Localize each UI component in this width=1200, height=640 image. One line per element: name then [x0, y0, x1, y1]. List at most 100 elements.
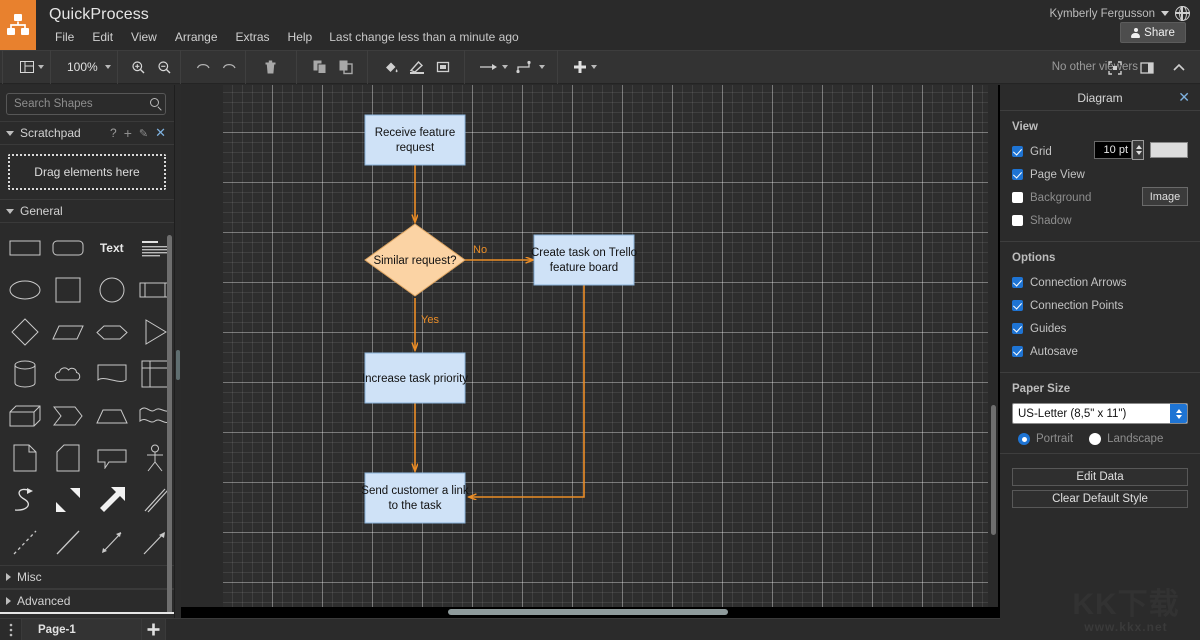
connection-points-checkbox[interactable] — [1012, 300, 1023, 311]
chevron-down-icon[interactable] — [1161, 11, 1169, 16]
bring-to-front-button[interactable] — [307, 52, 333, 82]
callout-shape[interactable] — [93, 439, 131, 477]
send-to-back-button[interactable] — [333, 52, 359, 82]
chevron-up-icon[interactable] — [1166, 53, 1192, 83]
grid-color-swatch[interactable] — [1150, 142, 1188, 158]
fill-color-button[interactable] — [378, 52, 404, 82]
fit-page-icon[interactable] — [1102, 53, 1128, 83]
connection-style-button[interactable] — [475, 52, 512, 82]
view-layout-button[interactable] — [15, 52, 48, 82]
vertical-dots-icon[interactable] — [0, 619, 22, 640]
bidirectional-block-arrow-shape[interactable] — [50, 481, 88, 519]
close-x-icon[interactable]: ✕ — [155, 128, 166, 138]
menu-edit[interactable]: Edit — [83, 30, 122, 44]
card-shape[interactable] — [50, 439, 88, 477]
cylinder-shape[interactable] — [6, 355, 44, 393]
menu-extras[interactable]: Extras — [227, 30, 279, 44]
background-checkbox[interactable] — [1012, 192, 1023, 203]
line-shape[interactable] — [50, 523, 88, 561]
redo-button[interactable] — [217, 52, 243, 82]
globe-icon[interactable] — [1175, 6, 1190, 21]
edge-label-no: No — [473, 244, 487, 256]
grid-size-stepper[interactable] — [1132, 140, 1144, 160]
grid-size-input[interactable]: 10 pt — [1094, 141, 1132, 159]
cube-shape[interactable] — [6, 397, 44, 435]
grid-checkbox[interactable] — [1012, 146, 1023, 157]
page-tab-page-1[interactable]: Page-1 — [22, 619, 142, 640]
delete-button[interactable] — [258, 52, 284, 82]
autosave-checkbox[interactable] — [1012, 346, 1023, 357]
ellipse-shape[interactable] — [6, 271, 44, 309]
add-page-button[interactable] — [142, 619, 166, 640]
zoom-in-button[interactable] — [126, 52, 152, 82]
edge-trello-to-sendlink[interactable] — [469, 285, 584, 497]
trapezoid-shape[interactable] — [93, 397, 131, 435]
clear-default-style-button[interactable]: Clear Default Style — [1012, 490, 1188, 508]
menu-arrange[interactable]: Arrange — [166, 30, 227, 44]
share-button[interactable]: Share — [1120, 22, 1186, 43]
sidebar-section-general[interactable]: General — [0, 199, 174, 223]
node-similar-request[interactable]: Similar request? — [365, 224, 465, 296]
insert-button[interactable] — [568, 52, 601, 82]
note-shape[interactable] — [6, 439, 44, 477]
pencil-icon[interactable]: ✎ — [139, 127, 148, 140]
block-arrow-shape[interactable] — [93, 481, 131, 519]
edit-data-button[interactable]: Edit Data — [1012, 468, 1188, 486]
scratchpad-help-button[interactable]: ? — [110, 126, 117, 140]
close-x-icon[interactable]: ✕ — [1178, 90, 1190, 104]
rounded-rectangle-shape[interactable] — [50, 229, 88, 267]
shape-row — [0, 353, 174, 395]
portrait-radio[interactable] — [1018, 433, 1030, 445]
text-shape[interactable]: Text — [93, 229, 131, 267]
paper-size-select[interactable]: US-Letter (8,5" x 11") — [1012, 403, 1188, 424]
guides-checkbox[interactable] — [1012, 323, 1023, 334]
step-shape[interactable] — [50, 397, 88, 435]
zoom-level-button[interactable]: 100% — [59, 52, 115, 82]
diagram-canvas[interactable]: No Yes Receive feature request Similar r… — [181, 85, 998, 607]
rectangle-shape[interactable] — [6, 229, 44, 267]
splitter-grip[interactable] — [176, 350, 180, 380]
document-title[interactable]: QuickProcess — [49, 6, 149, 24]
node-create-task-trello[interactable]: Create task on Trello feature board — [531, 235, 637, 285]
background-image-button[interactable]: Image — [1142, 187, 1188, 206]
circle-shape[interactable] — [93, 271, 131, 309]
dashed-line-shape[interactable] — [6, 523, 44, 561]
node-send-customer-link[interactable]: Send customer a link to the task — [361, 473, 469, 523]
user-account-area[interactable]: Kymberly Fergusson — [1050, 6, 1190, 21]
scratchpad-dropzone[interactable]: Drag elements here — [8, 154, 166, 190]
undo-button[interactable] — [191, 52, 217, 82]
node-receive-feature-request[interactable]: Receive feature request — [365, 115, 465, 165]
shadow-checkbox[interactable] — [1012, 215, 1023, 226]
canvas-horizontal-scroll-area[interactable] — [181, 607, 998, 618]
search-shapes-box[interactable] — [6, 93, 166, 115]
curve-arrow-shape[interactable] — [6, 481, 44, 519]
search-icon[interactable] — [150, 98, 159, 107]
shape-style-button[interactable] — [430, 52, 456, 82]
page-view-checkbox[interactable] — [1012, 169, 1023, 180]
sidebar-scrollbar[interactable] — [167, 235, 172, 640]
parallelogram-shape[interactable] — [50, 313, 88, 351]
cloud-shape[interactable] — [50, 355, 88, 393]
sidebar-section-advanced[interactable]: Advanced — [0, 589, 174, 613]
landscape-radio[interactable] — [1089, 433, 1101, 445]
line-color-button[interactable] — [404, 52, 430, 82]
menu-file[interactable]: File — [46, 30, 83, 44]
waypoints-button[interactable] — [512, 52, 549, 82]
sidebar-section-scratchpad[interactable]: Scratchpad ? + ✎ ✕ — [0, 121, 174, 145]
canvas-horizontal-scrollbar[interactable] — [448, 609, 728, 615]
connection-arrows-checkbox[interactable] — [1012, 277, 1023, 288]
bidirectional-arrow-shape[interactable] — [93, 523, 131, 561]
diamond-shape[interactable] — [6, 313, 44, 351]
zoom-out-button[interactable] — [152, 52, 178, 82]
search-input[interactable] — [7, 94, 165, 114]
node-increase-task-priority[interactable]: Increase task priority — [362, 353, 468, 403]
canvas-vertical-scrollbar[interactable] — [991, 405, 996, 535]
sidebar-section-misc[interactable]: Misc — [0, 565, 174, 589]
scratchpad-add-icon[interactable]: + — [124, 128, 132, 138]
document-shape[interactable] — [93, 355, 131, 393]
hexagon-shape[interactable] — [93, 313, 131, 351]
menu-help[interactable]: Help — [279, 30, 322, 44]
square-shape[interactable] — [50, 271, 88, 309]
menu-view[interactable]: View — [122, 30, 166, 44]
format-panel-icon[interactable] — [1134, 53, 1160, 83]
